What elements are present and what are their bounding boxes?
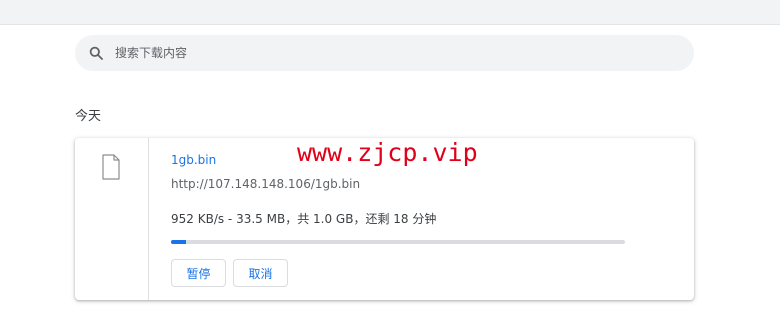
source-url[interactable]: http://107.148.148.106/1gb.bin [171,177,360,191]
download-status: 952 KB/s - 33.5 MB，共 1.0 GB，还剩 18 分钟 [171,212,437,226]
progress-bar [171,240,625,244]
file-icon [102,154,120,184]
pause-button[interactable]: 暂停 [171,259,226,287]
top-bar [0,0,780,25]
progress-fill [171,240,186,244]
search-icon [87,44,105,62]
watermark-text: www.zjcp.vip [297,138,478,167]
date-section-title: 今天 [75,109,102,124]
cancel-button[interactable]: 取消 [233,259,288,287]
search-input[interactable] [115,41,675,65]
downloads-page: 今天 1gb.bin http://107.148.148.106/1gb.bi… [0,0,780,311]
file-icon-column [75,138,149,300]
file-name-link[interactable]: 1gb.bin [171,153,216,167]
search-bar[interactable] [75,35,694,71]
